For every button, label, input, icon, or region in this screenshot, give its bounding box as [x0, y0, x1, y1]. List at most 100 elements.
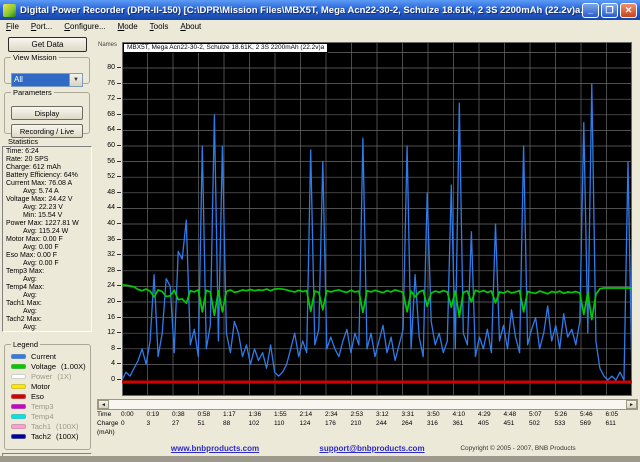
stat-line: Rate: 20 SPS	[6, 156, 49, 163]
x-charge-label: 611	[605, 420, 616, 427]
stat-line: Avg:	[23, 292, 37, 299]
legend-item-tach2[interactable]: Tach2 (100X)	[9, 431, 86, 441]
display-button[interactable]: Display	[11, 106, 83, 120]
x-charge-label: 176	[325, 420, 336, 427]
stat-line: Avg: 115.24 W	[23, 228, 69, 235]
y-tick-mark	[117, 379, 121, 380]
y-tick-label: 44	[95, 204, 121, 212]
y-tick-mark	[117, 254, 121, 256]
x-charge-label: 51	[197, 420, 205, 427]
y-tick-mark	[117, 191, 121, 193]
y-tick-mark	[117, 285, 121, 287]
recording-live-button[interactable]: Recording / Live	[11, 124, 83, 138]
mission-combobox[interactable]: All ▼	[11, 73, 83, 87]
legend-item-temp4[interactable]: Temp4	[9, 411, 86, 421]
charge-axis-label: Charge	[97, 420, 119, 427]
x-charge-label: 533	[554, 420, 566, 427]
legend-item-name: Motor	[31, 381, 51, 391]
y-tick-mark	[117, 160, 121, 162]
legend-item-tach1[interactable]: Tach1 (100X)	[9, 421, 86, 431]
stat-line: Avg: 5.74 A	[23, 188, 59, 195]
legend-item-power[interactable]: Power (1X)	[9, 371, 86, 381]
scrollbar-track[interactable]	[109, 400, 626, 409]
title-bar[interactable]: Digital Power Recorder (DPR-II-150) [C:\…	[0, 0, 640, 20]
menu-item-mode[interactable]: Mode	[112, 20, 144, 33]
legend-item-name: Power	[31, 371, 53, 381]
y-tick-mark	[117, 176, 121, 178]
combo-dropdown-icon[interactable]: ▼	[69, 74, 82, 86]
y-tick-mark	[117, 363, 121, 365]
legend-color-swatch	[11, 383, 26, 389]
support-link[interactable]: support@bnbproducts.com	[307, 444, 437, 453]
x-time-label: 6:05	[605, 411, 619, 418]
y-tick-label: 48	[95, 189, 121, 197]
legend-color-swatch	[11, 353, 26, 359]
restore-button[interactable]: ❐	[601, 2, 618, 18]
horizontal-scrollbar[interactable]: ◄ ►	[97, 399, 638, 410]
minimize-button[interactable]: _	[582, 2, 599, 18]
x-time-label: 5:46	[580, 411, 593, 418]
x-charge-label: 210	[350, 420, 362, 427]
statistics-panel: Time: 6:24 Rate: 20 SPS Charge: 612 mAh Bat…	[2, 146, 92, 332]
legend-item-name: Temp3	[31, 401, 54, 411]
mission-selected-value: All	[12, 74, 69, 86]
x-time-label: 4:48	[503, 411, 517, 418]
get-data-button[interactable]: Get Data	[8, 37, 87, 52]
x-time-label: 3:12	[376, 411, 389, 418]
menu-item-configure[interactable]: Configure...	[58, 20, 111, 33]
y-axis-labels: 80 76 72 68 64 60 56 52 48 44 40 36 32 28 24 20 16 12 8 4 0	[95, 42, 121, 396]
x-time-label: 2:34	[325, 411, 338, 418]
legend-item-voltage[interactable]: Voltage (1.00X)	[9, 361, 86, 371]
website-link[interactable]: www.bnbproducts.com	[155, 444, 275, 453]
y-tick-mark	[117, 82, 121, 84]
legend-label: Legend	[13, 340, 39, 349]
chart-plot[interactable]: MBX5T, Mega Acn22-30-2, Schulze 18.61K, …	[122, 42, 632, 396]
menu-item-tools[interactable]: Tools	[144, 20, 175, 33]
y-tick-mark	[117, 301, 121, 302]
legend-item-temp3[interactable]: Temp3	[9, 401, 86, 411]
stat-line: Min: 15.54 V	[23, 212, 63, 219]
stat-line: Temp3 Max:	[6, 268, 45, 275]
window-controls: _ ❐ ✕	[582, 2, 637, 18]
y-tick-label: 76	[95, 80, 121, 88]
scroll-right-icon[interactable]: ►	[626, 400, 637, 409]
stat-line: Time: 6:24	[6, 148, 39, 155]
x-charge-label: 110	[274, 420, 285, 427]
legend-item-current[interactable]: Current	[9, 351, 86, 361]
y-tick-mark	[117, 347, 121, 349]
menu-item-file[interactable]: File	[0, 20, 25, 33]
statistics-label: Statistics	[8, 137, 39, 146]
stat-line: Voltage Max: 24.42 V	[6, 196, 73, 203]
stat-line: Temp4 Max:	[6, 284, 45, 291]
legend-group: Legend Current Voltage (1.00X) Power (1X) Mot…	[4, 340, 91, 450]
legend-item-motor[interactable]: Motor	[9, 381, 86, 391]
stat-line: Avg:	[23, 276, 37, 283]
y-tick-label: 20	[95, 298, 121, 306]
stat-line: Power Max: 1227.81 W	[6, 220, 79, 227]
close-button[interactable]: ✕	[620, 2, 637, 18]
app-icon	[3, 3, 16, 17]
legend-color-swatch	[11, 373, 26, 379]
x-time-label: 0:38	[172, 411, 185, 418]
x-charge-label: 124	[299, 420, 311, 427]
stat-line: Avg: 0.00 F	[23, 260, 59, 267]
y-tick-mark	[117, 67, 121, 68]
view-mission-group: View Mission All ▼	[4, 53, 90, 87]
copyright-text: Copyright © 2005 - 2007, BNB Products	[460, 445, 576, 452]
menu-item-about[interactable]: About	[174, 20, 207, 33]
legend-item-name: Temp4	[31, 411, 54, 421]
legend-item-name: Current	[31, 351, 57, 361]
parameters-group: Parameters Display Recording / Live	[4, 88, 90, 138]
y-tick-mark	[117, 145, 121, 146]
x-time-label: 3:31	[401, 411, 415, 418]
y-tick-label: 56	[95, 158, 121, 166]
x-charge-label: 264	[401, 420, 413, 427]
legend-item-eso[interactable]: Eso	[9, 391, 86, 401]
y-tick-mark	[117, 129, 121, 131]
scroll-left-icon[interactable]: ◄	[98, 400, 109, 409]
parameters-label: Parameters	[13, 88, 52, 97]
chart-pane: Names 80 76 72 68 64 60 56 52 48 44 40 36 32 28 24 20 16…	[95, 33, 640, 462]
menu-item-port[interactable]: Port...	[25, 20, 58, 33]
x-charge-label: 244	[376, 420, 387, 427]
chart-title: MBX5T, Mega Acn22-30-2, Schulze 18.61K, …	[123, 43, 329, 53]
